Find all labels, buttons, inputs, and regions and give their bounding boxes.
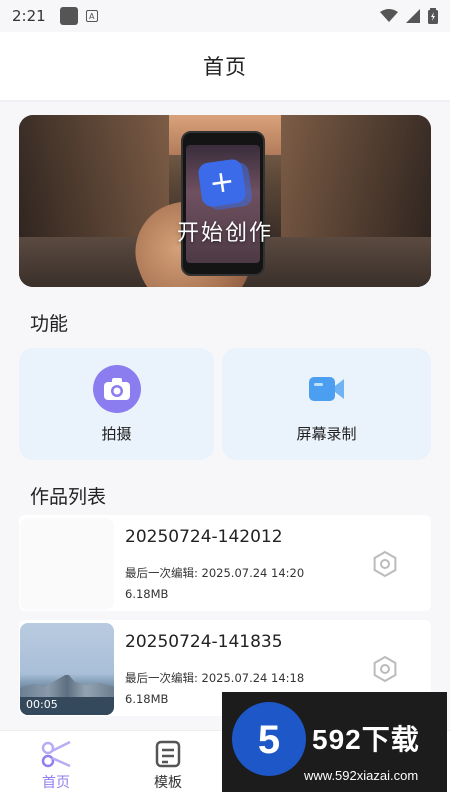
work-edited: 最后一次编辑: 2025.07.24 14:20 [125, 566, 305, 580]
screen-record-button[interactable]: 屏幕录制 [222, 348, 431, 460]
camera-icon [92, 364, 141, 413]
watermark-logo: 5 [232, 702, 306, 776]
nav-home[interactable]: 首页 [16, 731, 96, 800]
start-creating-banner[interactable]: + 开始创作 [19, 115, 431, 287]
works-title: 作品列表 [30, 486, 107, 508]
work-size: 6.18MB [125, 692, 169, 706]
app-header: 首页 [0, 32, 450, 100]
work-thumbnail [20, 518, 114, 610]
shoot-button[interactable]: 拍摄 [19, 348, 214, 460]
scissors-icon [41, 740, 71, 768]
watermark-brand: 592下载 [312, 724, 420, 755]
square-icon [59, 7, 78, 25]
work-thumbnail: 00:05 [20, 623, 114, 715]
settings-hex-icon[interactable] [372, 656, 398, 682]
work-size: 6.18MB [125, 587, 169, 601]
site-watermark: 5 592下载 www.592xiazai.com [222, 692, 447, 792]
watermark-number: 5 [257, 718, 281, 762]
watermark-url: www.592xiazai.com [304, 768, 419, 783]
shoot-label: 拍摄 [101, 424, 132, 443]
settings-hex-icon[interactable] [372, 551, 398, 577]
nav-home-label: 首页 [42, 775, 70, 791]
a-icon: A [85, 10, 98, 22]
work-name: 20250724-142012 [125, 527, 283, 547]
template-icon [155, 740, 181, 768]
signal-icon [406, 9, 420, 23]
work-item[interactable]: 20250724-142012 最后一次编辑: 2025.07.24 14:20… [19, 515, 431, 611]
status-bar: 2:21 A [0, 0, 450, 32]
wifi-icon [380, 9, 398, 22]
nav-template[interactable]: 模板 [128, 731, 208, 800]
status-time: 2:21 [12, 7, 46, 25]
work-name: 20250724-141835 [125, 632, 283, 652]
functions-title: 功能 [30, 313, 69, 335]
screen-record-label: 屏幕录制 [296, 424, 357, 443]
work-edited: 最后一次编辑: 2025.07.24 14:18 [125, 671, 305, 685]
video-camera-icon [303, 365, 351, 413]
start-creating-label: 开始创作 [176, 221, 273, 246]
plus-icon: + [197, 158, 247, 208]
battery-icon [428, 8, 438, 24]
page-title: 首页 [203, 55, 247, 79]
nav-template-label: 模板 [154, 775, 182, 791]
work-duration: 00:05 [26, 698, 58, 711]
